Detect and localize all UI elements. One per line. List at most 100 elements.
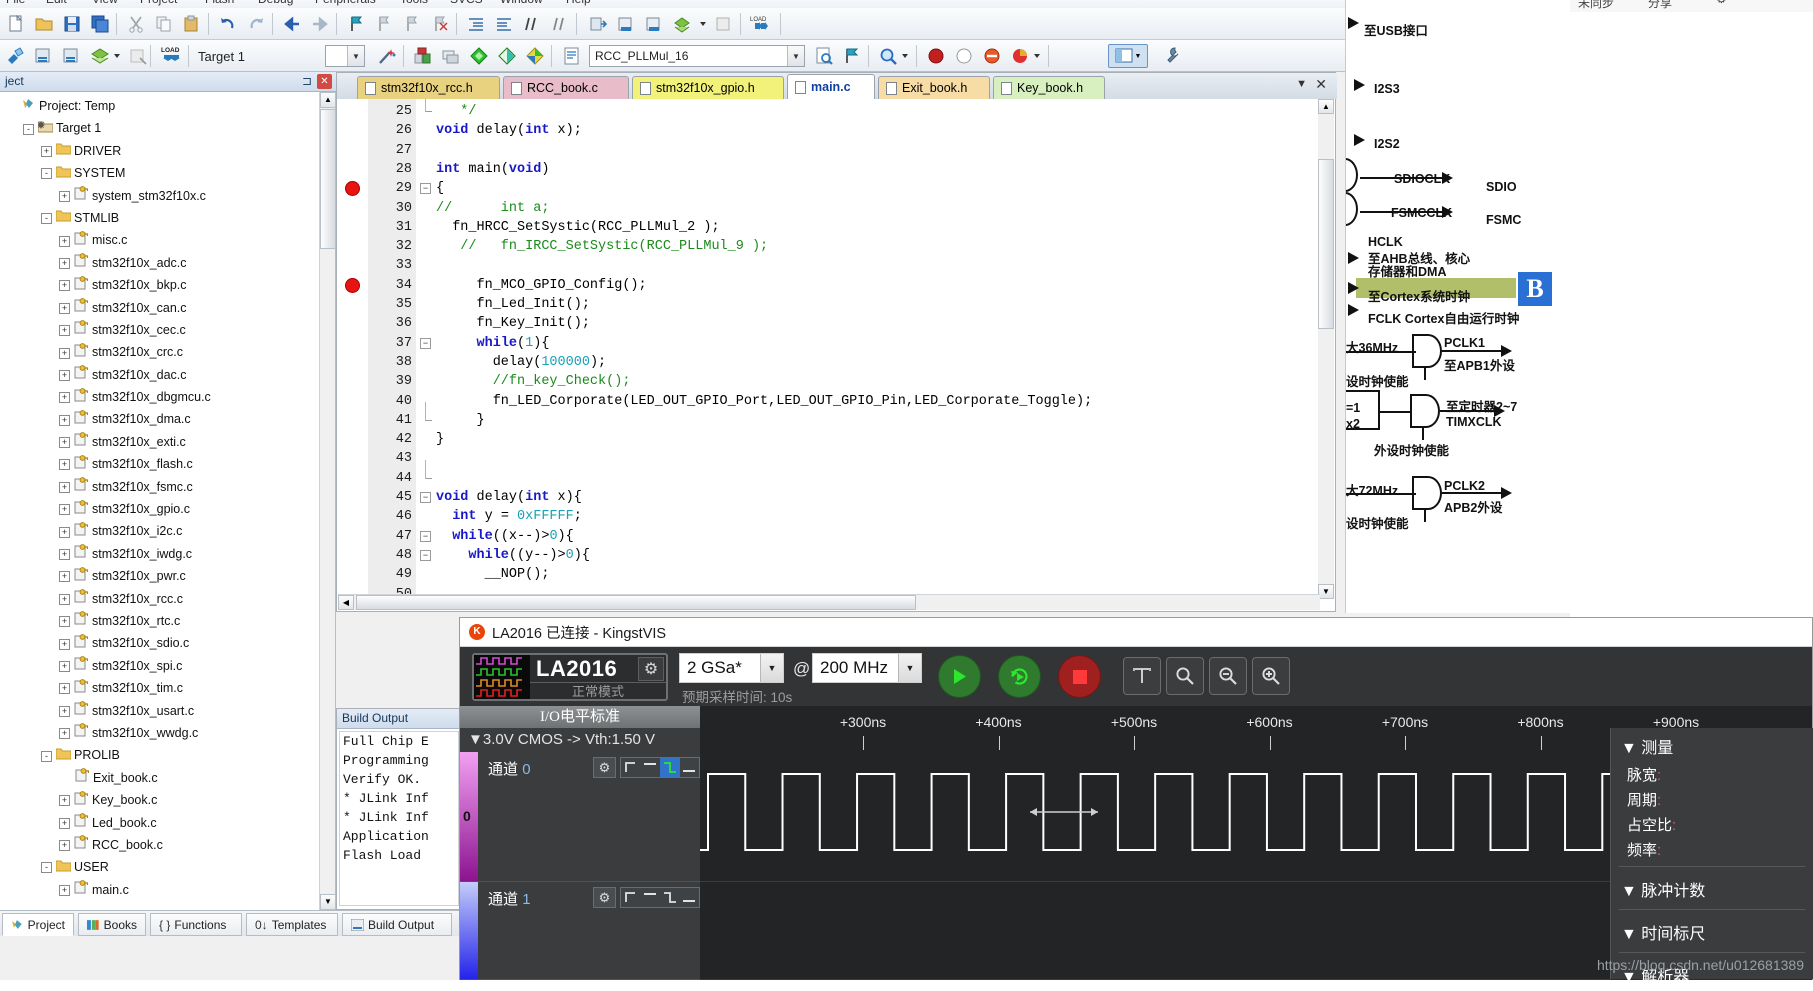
tree-item[interactable]: - PROLIB: [0, 744, 320, 766]
menu-item-view[interactable]: View: [92, 0, 118, 6]
manage-multi-project-icon[interactable]: [439, 44, 463, 68]
tree-expander[interactable]: -: [23, 123, 34, 135]
falling-edge-icon[interactable]: [660, 888, 680, 907]
tree-item[interactable]: + stm32f10x_fsmc.c: [0, 476, 320, 498]
tree-expander[interactable]: +: [59, 593, 70, 605]
bottom-tab-build-output[interactable]: Build Output: [342, 913, 452, 936]
bottom-tab-project[interactable]: Project: [2, 913, 74, 936]
text-annotation-button[interactable]: [1123, 657, 1161, 695]
scroll-thumb[interactable]: [1318, 159, 1334, 329]
open-folder-icon[interactable]: [32, 12, 56, 36]
tree-item[interactable]: + stm32f10x_wwdg.c: [0, 722, 320, 744]
window-layout-button[interactable]: ▼: [1108, 44, 1148, 68]
tree-item[interactable]: + stm32f10x_dma.c: [0, 408, 320, 430]
bookmark-toggle-icon[interactable]: [840, 44, 864, 68]
bookmark-icon[interactable]: [344, 12, 368, 36]
bookmark-prev-icon[interactable]: [400, 12, 424, 36]
tree-expander[interactable]: +: [59, 347, 70, 359]
more-icon[interactable]: ⋯: [1746, 0, 1758, 6]
fold-toggle[interactable]: −: [420, 530, 431, 542]
close-icon[interactable]: ✕: [317, 74, 332, 89]
menu-item-debug[interactable]: Debug: [258, 0, 293, 6]
tree-expander[interactable]: +: [59, 190, 70, 202]
measurement-section-header[interactable]: ▼ 时间标尺: [1611, 914, 1813, 948]
color-wheel-icon[interactable]: [1008, 44, 1032, 68]
scroll-down-button[interactable]: ▼: [320, 894, 336, 910]
tree-item[interactable]: + stm32f10x_usart.c: [0, 700, 320, 722]
scroll-left-button[interactable]: ◀: [338, 595, 354, 610]
tree-item[interactable]: + stm32f10x_spi.c: [0, 655, 320, 677]
redo-icon[interactable]: [244, 12, 268, 36]
channel-0-header[interactable]: 0 通道 0 ⚙: [460, 752, 700, 882]
menu-item-tools[interactable]: Tools: [400, 0, 428, 6]
channel-1-header[interactable]: 通道 1 ⚙: [460, 882, 700, 980]
tree-expander[interactable]: +: [59, 437, 70, 449]
io-level-value[interactable]: ▼3.0V CMOS -> Vth:1.50 V: [460, 728, 700, 752]
manage-components-icon[interactable]: [411, 44, 435, 68]
pin-icon[interactable]: ⊐: [302, 74, 312, 88]
undo-icon[interactable]: [216, 12, 240, 36]
save-icon[interactable]: [60, 12, 84, 36]
tree-expander[interactable]: +: [59, 571, 70, 583]
rising-edge-icon[interactable]: [621, 758, 641, 777]
menu-item-peripherals[interactable]: Peripherals: [315, 0, 376, 6]
breakpoint-marker[interactable]: [345, 181, 360, 197]
tree-item[interactable]: + stm32f10x_cec.c: [0, 319, 320, 341]
menu-item-flash[interactable]: Flash: [205, 0, 234, 6]
scroll-up-button[interactable]: ▲: [1318, 99, 1334, 114]
chevron-down-icon[interactable]: ▼: [347, 46, 364, 66]
menu-item-edit[interactable]: Edit: [46, 0, 67, 6]
build-target-icon[interactable]: [32, 44, 56, 68]
tree-expander[interactable]: +: [59, 459, 70, 471]
translate-icon[interactable]: [4, 44, 28, 68]
tree-item[interactable]: + Led_book.c: [0, 812, 320, 834]
symbol-search-combo[interactable]: RCC_PLLMul_16 ▼: [589, 45, 805, 67]
channel-1-gear-icon[interactable]: ⚙: [593, 887, 616, 908]
rising-edge-icon[interactable]: [621, 888, 641, 907]
sample-rate-select[interactable]: 2 GSa* ▼: [679, 653, 784, 683]
fold-toggle[interactable]: −: [420, 492, 431, 503]
fold-toggle[interactable]: −: [420, 183, 431, 195]
tree-expander[interactable]: -: [41, 213, 52, 225]
editor-vertical-scrollbar[interactable]: ▲ ▼: [1318, 99, 1334, 599]
tree-item[interactable]: + stm32f10x_adc.c: [0, 252, 320, 274]
tree-item[interactable]: + stm32f10x_bkp.c: [0, 274, 320, 296]
tree-item[interactable]: + main.c: [0, 879, 320, 901]
tree-expander[interactable]: +: [59, 795, 70, 807]
tree-expander[interactable]: -: [41, 168, 52, 180]
tree-expander[interactable]: +: [59, 302, 70, 314]
back-icon[interactable]: [280, 12, 304, 36]
tab-list-dropdown-icon[interactable]: ▼: [1296, 78, 1307, 90]
tree-expander[interactable]: +: [59, 638, 70, 650]
tree-item[interactable]: + stm32f10x_can.c: [0, 297, 320, 319]
measurement-section-header[interactable]: ▼ 测量: [1611, 728, 1813, 762]
scroll-down-button[interactable]: ▼: [1318, 584, 1334, 599]
editor-horizontal-scrollbar[interactable]: ◀: [338, 594, 1320, 610]
device-selector[interactable]: LA2016 ⚙ 正常模式: [472, 653, 668, 701]
zoom-fit-button[interactable]: [1166, 657, 1204, 695]
tree-item[interactable]: + stm32f10x_rcc.c: [0, 588, 320, 610]
tree-expander[interactable]: +: [59, 705, 70, 717]
chevron-down-icon[interactable]: [112, 44, 122, 68]
configure-wrench-icon[interactable]: [1160, 44, 1184, 68]
bandwidth-select[interactable]: 200 MHz ▼: [812, 653, 922, 683]
high-level-icon[interactable]: [641, 758, 661, 777]
paste-icon[interactable]: [180, 12, 204, 36]
editor-tab-stm32f10x_rcc-h[interactable]: stm32f10x_rcc.h: [357, 76, 500, 99]
no-entry-icon[interactable]: [980, 44, 1004, 68]
share-label[interactable]: 分享: [1648, 0, 1672, 11]
channel-0-trigger-group[interactable]: [620, 757, 700, 778]
tree-expander[interactable]: +: [59, 840, 70, 852]
tree-expander[interactable]: +: [59, 414, 70, 426]
tree-expander[interactable]: +: [59, 728, 70, 740]
channel-0-waveform[interactable]: [700, 752, 1610, 882]
tree-item[interactable]: + stm32f10x_crc.c: [0, 341, 320, 363]
tree-expander[interactable]: +: [41, 145, 52, 157]
tree-item[interactable]: + stm32f10x_tim.c: [0, 677, 320, 699]
tree-item[interactable]: Project: Temp: [0, 95, 320, 117]
menu-item-file[interactable]: File: [6, 0, 25, 6]
menu-item-project[interactable]: Project: [140, 0, 177, 6]
build-icon[interactable]: [614, 12, 638, 36]
tree-expander[interactable]: +: [59, 526, 70, 538]
find-in-files-icon[interactable]: [812, 44, 836, 68]
